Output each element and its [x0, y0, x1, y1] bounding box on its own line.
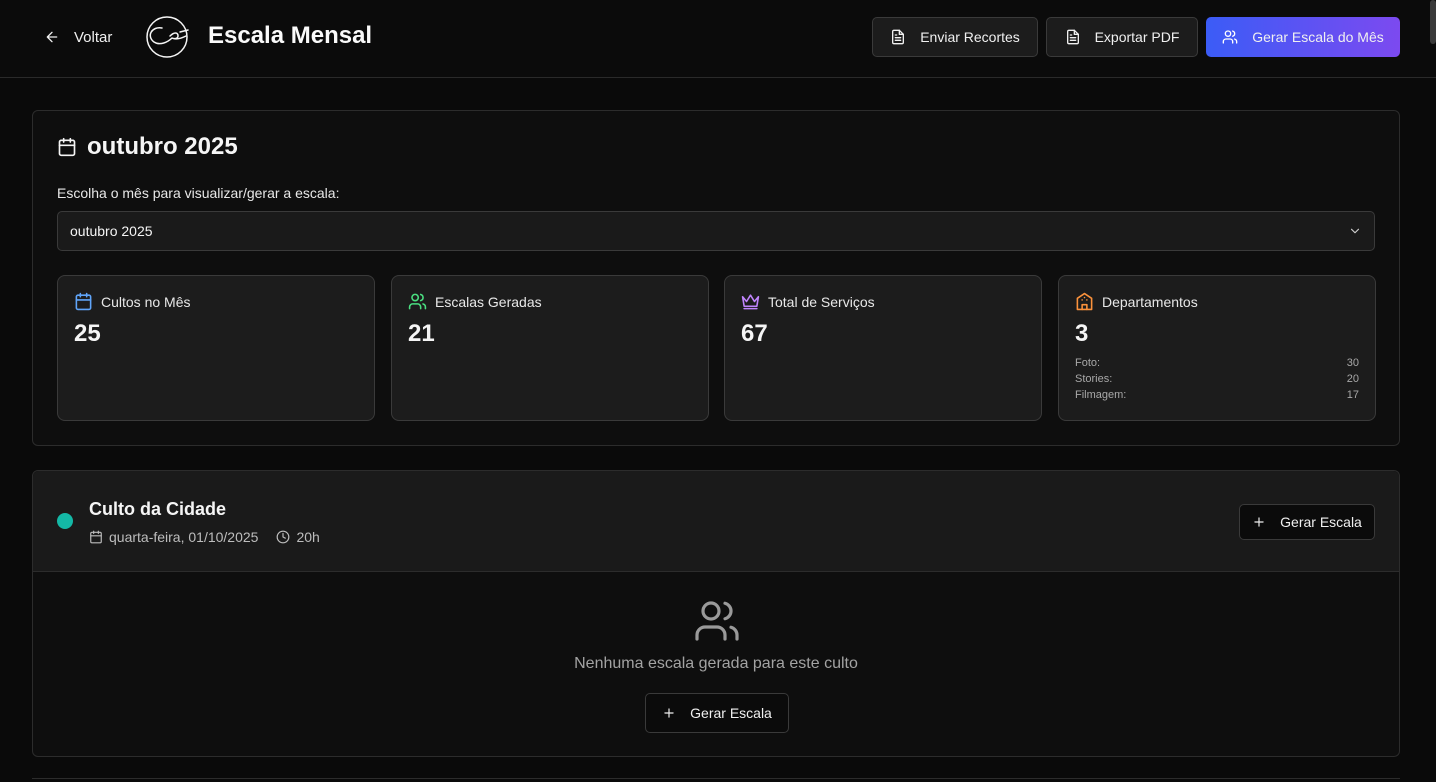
department-row: Stories: 20 [1075, 373, 1359, 389]
chevron-down-icon [1350, 228, 1360, 234]
calendar-icon [58, 137, 76, 157]
stat-card-departamentos: Departamentos 3 Foto: 30 Stories: 20 Fil… [1058, 275, 1376, 421]
department-count: 30 [1346, 357, 1359, 369]
crown-icon [741, 294, 760, 310]
building-icon [1076, 292, 1093, 311]
send-clips-label: Enviar Recortes [920, 29, 1020, 45]
page-title: Escala Mensal [208, 22, 373, 49]
stat-header: Departamentos [1075, 292, 1198, 311]
file-text-icon [892, 29, 905, 45]
generate-month-label: Gerar Escala do Mês [1252, 29, 1384, 45]
department-row: Filmagem: 17 [1075, 389, 1359, 405]
empty-generate-schedule-label: Gerar Escala [690, 705, 772, 721]
culto-time: 20h [276, 529, 320, 545]
department-count: 20 [1346, 373, 1359, 385]
scrollbar[interactable] [1430, 0, 1436, 44]
month-select-value: outubro 2025 [70, 223, 153, 239]
department-count: 17 [1346, 389, 1359, 401]
file-text-icon [1066, 29, 1079, 45]
back-label: Voltar [74, 28, 113, 46]
empty-generate-schedule-button[interactable]: Gerar Escala [645, 693, 789, 733]
stat-header: Cultos no Mês [74, 292, 190, 311]
stat-value: 3 [1075, 320, 1089, 347]
culto-header: Culto da Cidade quarta-feira, 01/10/2025… [33, 471, 1399, 572]
calendar-icon [90, 530, 102, 544]
plus-icon [1254, 517, 1264, 527]
department-name: Foto: [1075, 357, 1101, 369]
month-card: outubro 2025 Escolha o mês para visualiz… [32, 110, 1400, 446]
stat-card-escalas: Escalas Geradas 21 [391, 275, 709, 421]
stat-value: 25 [74, 320, 101, 347]
culto-date: quarta-feira, 01/10/2025 [89, 529, 258, 545]
generate-schedule-button[interactable]: Gerar Escala [1239, 504, 1375, 540]
empty-state-text: Nenhuma escala gerada para este culto [574, 655, 858, 672]
month-select[interactable]: outubro 2025 [57, 211, 1375, 251]
month-select-label: Escolha o mês para visualizar/gerar a es… [57, 185, 340, 201]
culto-card: Culto da Cidade quarta-feira, 01/10/2025… [32, 470, 1400, 757]
next-card-edge [32, 778, 1400, 782]
department-name: Filmagem: [1075, 389, 1127, 401]
arrow-left-icon [46, 31, 58, 43]
status-dot [57, 513, 73, 529]
church-logo-icon [146, 16, 189, 58]
culto-date-text: quarta-feira, 01/10/2025 [109, 529, 259, 545]
clock-icon [277, 530, 290, 544]
stat-header: Total de Serviços [741, 292, 875, 311]
month-heading: outubro 2025 [57, 133, 238, 161]
top-bar: Voltar Escala Mensal Enviar Recortes Exp… [0, 0, 1436, 78]
department-list: Foto: 30 Stories: 20 Filmagem: 17 [1075, 357, 1359, 405]
export-pdf-label: Exportar PDF [1094, 29, 1180, 45]
generate-schedule-label: Gerar Escala [1280, 514, 1362, 530]
users-icon [1222, 30, 1238, 44]
stat-header: Escalas Geradas [408, 292, 542, 311]
stat-card-servicos: Total de Serviços 67 [724, 275, 1042, 421]
calendar-icon [75, 292, 92, 311]
stat-value: 67 [741, 320, 768, 347]
department-name: Stories: [1075, 373, 1113, 385]
stat-label: Escalas Geradas [435, 293, 542, 310]
stat-card-cultos: Cultos no Mês 25 [57, 275, 375, 421]
plus-icon [664, 708, 674, 718]
month-title: outubro 2025 [87, 133, 238, 160]
culto-time-text: 20h [296, 529, 320, 545]
export-pdf-button[interactable]: Exportar PDF [1046, 17, 1198, 57]
stat-label: Departamentos [1102, 293, 1198, 310]
stat-label: Cultos no Mês [101, 293, 191, 310]
users-icon [408, 293, 427, 310]
stat-value: 21 [408, 320, 435, 347]
department-row: Foto: 30 [1075, 357, 1359, 373]
culto-name: Culto da Cidade [89, 499, 227, 519]
users-icon [695, 601, 739, 641]
send-clips-button[interactable]: Enviar Recortes [872, 17, 1038, 57]
stat-label: Total de Serviços [768, 293, 875, 310]
culto-meta: quarta-feira, 01/10/2025 20h [89, 529, 320, 545]
generate-month-schedule-button[interactable]: Gerar Escala do Mês [1206, 17, 1400, 57]
back-button[interactable]: Voltar [36, 22, 120, 52]
